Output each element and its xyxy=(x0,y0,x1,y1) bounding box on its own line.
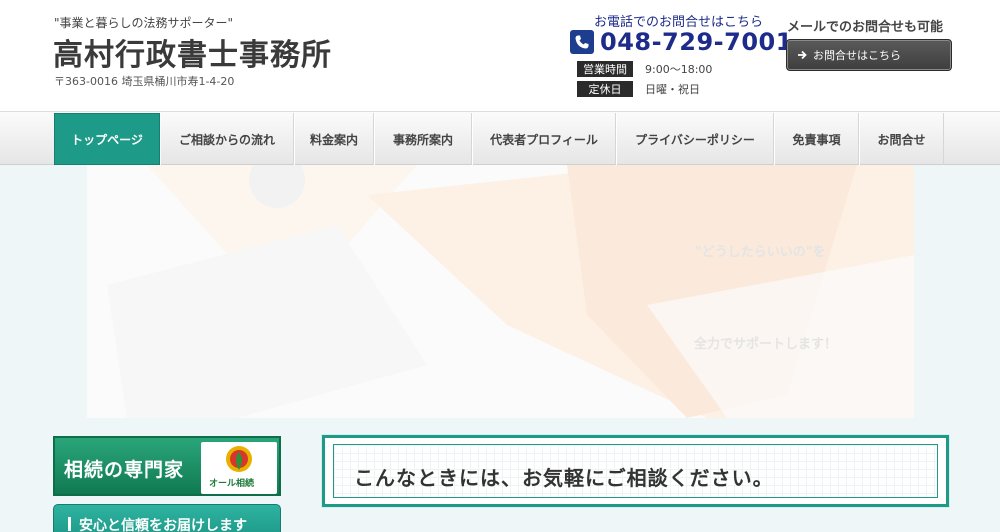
site-title[interactable]: 高村行政書士事務所 xyxy=(53,30,332,74)
contact-mail-button[interactable]: お問合せはこちら xyxy=(786,39,952,71)
holiday-row: 定休日 日曜・祝日 xyxy=(577,81,700,97)
trust-button-label: 安心と信頼をお届けします xyxy=(79,518,247,532)
nav-item-disclaimer[interactable]: 免責事項 xyxy=(774,113,859,165)
consult-heading-inner: こんなときには、お気軽にご相談ください。 xyxy=(333,444,938,498)
mail-lead-text: メールでのお問合せも可能 xyxy=(787,20,944,35)
hero-illustration xyxy=(107,165,914,418)
nav-item-office[interactable]: 事務所案内 xyxy=(374,113,472,165)
arrow-right-icon xyxy=(797,50,807,60)
trust-button[interactable]: 安心と信頼をお届けします xyxy=(53,504,281,532)
hours-label: 営業時間 xyxy=(577,61,633,77)
consult-heading-box: こんなときには、お気軽にご相談ください。 xyxy=(322,435,949,507)
phone-contact[interactable]: 048-729-7001 xyxy=(570,28,793,56)
logo-text: オール相続 xyxy=(209,479,255,489)
business-hours-row: 営業時間 9:00〜18:00 xyxy=(577,61,712,77)
nav-item-fees[interactable]: 料金案内 xyxy=(294,113,374,165)
consult-heading: こんなときには、お気軽にご相談ください。 xyxy=(354,466,774,490)
office-address: 〒363-0016 埼玉県桶川市寿1-4-20 xyxy=(54,75,235,88)
hero-image: "どうしたらいいの"を 全力でサポートします！ xyxy=(87,165,914,418)
hero-caption-2: 全力でサポートします！ xyxy=(694,337,838,352)
holiday-value: 日曜・祝日 xyxy=(645,83,700,96)
all-souzoku-logo: オール相続 xyxy=(201,442,277,494)
contact-mail-button-label: お問合せはこちら xyxy=(813,49,901,62)
bar-marker-icon xyxy=(68,517,71,531)
site-header: "事業と暮らしの法務サポーター" 高村行政書士事務所 〒363-0016 埼玉県… xyxy=(0,0,1000,111)
nav-item-contact[interactable]: お問合せ xyxy=(859,113,944,165)
nav-items: トップページ ご相談からの流れ 料金案内 事務所案内 代表者プロフィール プライ… xyxy=(54,113,944,165)
phone-number[interactable]: 048-729-7001 xyxy=(600,28,793,56)
holiday-label: 定休日 xyxy=(577,81,633,97)
banner-title: 相続の専門家 xyxy=(64,459,185,481)
global-nav: トップページ ご相談からの流れ 料金案内 事務所案内 代表者プロフィール プライ… xyxy=(0,111,1000,165)
nav-item-top[interactable]: トップページ xyxy=(54,113,160,165)
nav-item-privacy[interactable]: プライバシーポリシー xyxy=(616,113,774,165)
inheritance-expert-banner[interactable]: 相続の専門家 オール相続 xyxy=(53,436,281,496)
nav-item-flow[interactable]: ご相談からの流れ xyxy=(160,113,294,165)
hero-caption-1: "どうしたらいいの"を xyxy=(695,245,826,260)
nav-item-profile[interactable]: 代表者プロフィール xyxy=(472,113,616,165)
site-tagline: "事業と暮らしの法務サポーター" xyxy=(54,16,234,30)
hours-value: 9:00〜18:00 xyxy=(645,63,713,76)
phone-icon xyxy=(570,30,594,54)
